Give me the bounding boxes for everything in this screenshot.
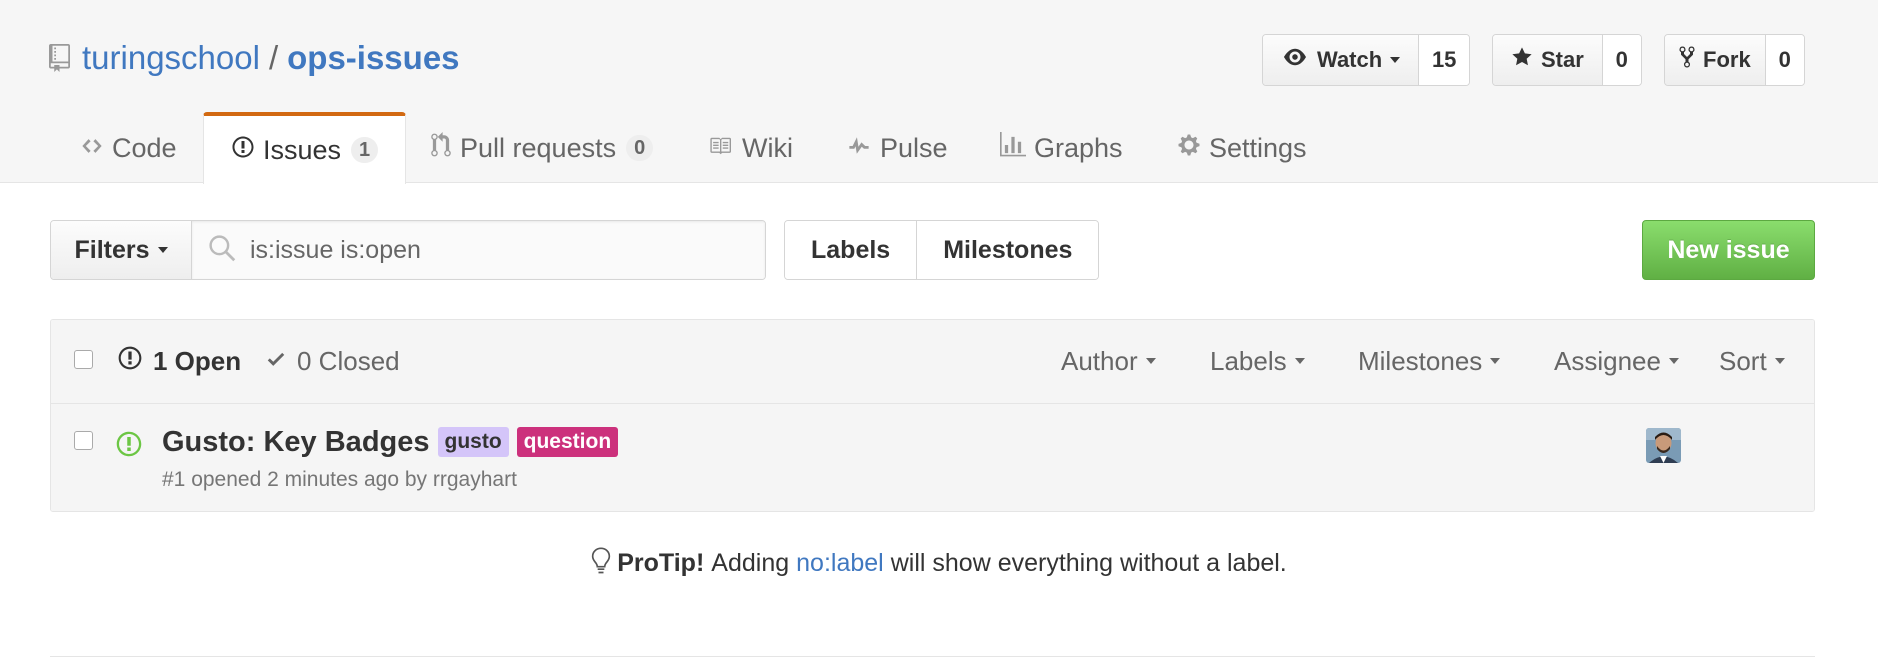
new-issue-button[interactable]: New issue <box>1642 220 1815 280</box>
tab-graphs[interactable]: Graphs <box>1000 112 1123 184</box>
eye-icon <box>1281 46 1317 74</box>
open-issues-filter[interactable]: 1 Open <box>117 342 241 380</box>
search-box <box>192 221 765 279</box>
assignee-avatar[interactable] <box>1646 428 1681 463</box>
labels-select-label: Labels <box>1210 345 1287 376</box>
issue-title-line: Gusto: Key Badges gusto question <box>162 422 619 462</box>
star-icon <box>1511 46 1541 74</box>
footer-divider <box>50 656 1815 657</box>
protip-strong: ProTip! <box>617 549 705 577</box>
labels-button[interactable]: Labels <box>785 221 917 279</box>
no-label-link[interactable]: no:label <box>796 549 884 578</box>
watch-group: Watch 15 <box>1262 34 1471 86</box>
tab-settings-label: Settings <box>1209 132 1307 163</box>
closed-issues-filter[interactable]: 0 Closed <box>265 342 400 380</box>
chevron-down-icon <box>1390 57 1401 63</box>
filters-label: Filters <box>74 235 150 264</box>
labels-milestones-nav: Labels Milestones <box>784 220 1100 280</box>
chevron-down-icon <box>1668 358 1679 364</box>
repo-forked-icon <box>1679 45 1703 75</box>
tab-issues-counter: 1 <box>351 137 379 163</box>
author-select-label: Author <box>1061 345 1138 376</box>
repo-path-separator: / <box>268 39 279 76</box>
issues-filter-bar: Filters <box>50 220 766 280</box>
pulse-icon <box>846 133 880 164</box>
star-label: Star <box>1541 47 1584 72</box>
repo-owner-link[interactable]: turingschool <box>82 39 260 77</box>
labels-select[interactable]: Labels <box>1210 342 1305 380</box>
tab-code-label: Code <box>112 132 177 163</box>
issues-listing: 1 Open 0 Closed Author Labels Milestones… <box>50 319 1815 512</box>
watch-button[interactable]: Watch <box>1263 35 1420 85</box>
author-select[interactable]: Author <box>1061 342 1156 380</box>
issue-title-link[interactable]: Gusto: Key Badges <box>162 426 430 459</box>
tab-wiki[interactable]: Wiki <box>706 112 793 184</box>
open-issues-label: 1 Open <box>153 345 242 376</box>
tab-issues-label: Issues <box>263 134 342 165</box>
git-pull-request-icon <box>430 131 460 165</box>
issue-opened-icon <box>231 135 263 166</box>
milestones-button[interactable]: Milestones <box>916 221 1099 279</box>
repo-title: turingschool / ops-issues <box>49 36 460 80</box>
watch-label: Watch <box>1317 47 1383 72</box>
issue-checkbox[interactable] <box>74 431 93 450</box>
check-icon <box>265 346 297 377</box>
issues-listing-header: 1 Open 0 Closed Author Labels Milestones… <box>51 320 1814 404</box>
tab-code[interactable]: Code <box>80 112 177 184</box>
issue-opened-icon <box>115 430 143 463</box>
fork-label: Fork <box>1703 47 1751 72</box>
graph-icon <box>1000 131 1034 165</box>
star-group: Star 0 <box>1492 34 1642 86</box>
assignee-select-label: Assignee <box>1554 345 1661 376</box>
watch-count[interactable]: 15 <box>1419 35 1470 85</box>
gear-icon <box>1177 133 1209 164</box>
select-all-checkbox[interactable] <box>74 350 93 369</box>
tab-pull-requests-label: Pull requests <box>460 132 617 163</box>
tab-wiki-label: Wiki <box>742 132 793 163</box>
issue-meta: #1 opened 2 minutes ago by rrgayhart <box>162 468 517 491</box>
label-question[interactable]: question <box>516 427 619 457</box>
sort-select[interactable]: Sort <box>1719 342 1785 380</box>
star-count[interactable]: 0 <box>1602 35 1641 85</box>
tab-settings[interactable]: Settings <box>1177 112 1307 184</box>
star-button[interactable]: Star <box>1493 35 1603 85</box>
milestones-select[interactable]: Milestones <box>1358 342 1501 380</box>
protip-after: will show everything without a label. <box>890 549 1287 577</box>
chevron-down-icon <box>1490 358 1501 364</box>
search-input[interactable] <box>250 235 750 265</box>
closed-issues-label: 0 Closed <box>297 345 400 376</box>
fork-button[interactable]: Fork <box>1665 35 1766 85</box>
protip: ProTip! Adding no:label will show everyt… <box>0 545 1878 582</box>
fork-count[interactable]: 0 <box>1765 35 1804 85</box>
chevron-down-icon <box>1294 358 1305 364</box>
chevron-down-icon <box>157 247 168 253</box>
chevron-down-icon <box>1145 358 1156 364</box>
fork-group: Fork 0 <box>1664 34 1805 86</box>
filters-button[interactable]: Filters <box>51 221 192 279</box>
tab-pull-requests[interactable]: Pull requests 0 <box>430 112 654 184</box>
repo-icon <box>49 43 70 73</box>
issue-row[interactable]: Gusto: Key Badges gusto question #1 open… <box>51 404 1814 511</box>
tab-graphs-label: Graphs <box>1034 132 1123 163</box>
issue-opened-icon <box>117 345 153 378</box>
assignee-select[interactable]: Assignee <box>1554 342 1679 380</box>
milestones-select-label: Milestones <box>1358 345 1483 376</box>
repo-nav: Code Issues 1 Pull requests 0 Wiki Pulse… <box>0 112 1878 184</box>
tab-pull-requests-counter: 0 <box>626 135 654 161</box>
chevron-down-icon <box>1774 358 1785 364</box>
tab-pulse[interactable]: Pulse <box>846 112 948 184</box>
book-icon <box>706 133 742 164</box>
repo-name-link[interactable]: ops-issues <box>287 39 459 77</box>
protip-before: Adding <box>711 549 790 577</box>
label-gusto[interactable]: gusto <box>437 427 509 457</box>
search-icon <box>208 234 236 267</box>
sort-select-label: Sort <box>1719 345 1767 376</box>
light-bulb-icon <box>591 545 611 582</box>
code-icon <box>80 133 112 164</box>
tab-issues[interactable]: Issues 1 <box>203 112 407 184</box>
tab-pulse-label: Pulse <box>880 132 948 163</box>
